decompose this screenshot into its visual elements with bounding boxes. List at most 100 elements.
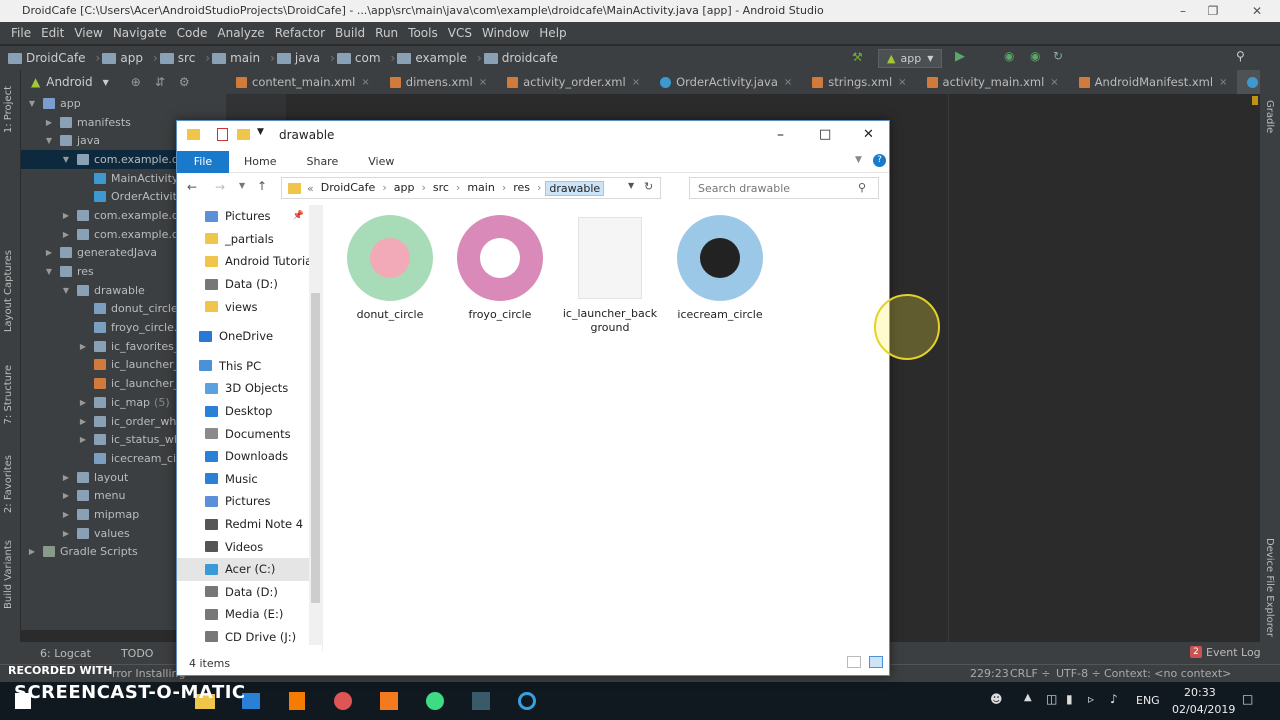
nav-item[interactable]: 3D Objects bbox=[177, 377, 322, 400]
volume-icon[interactable]: ♪ bbox=[1110, 692, 1118, 706]
collapsed-arrow-icon[interactable]: ▶ bbox=[61, 230, 71, 239]
nav-item[interactable]: Videos bbox=[177, 535, 322, 558]
breadcrumb-item[interactable]: droidcafe bbox=[483, 51, 558, 65]
file-item[interactable]: ic_launcher_back ground bbox=[555, 215, 665, 335]
pin-icon[interactable]: 📌 bbox=[293, 211, 304, 221]
expanded-arrow-icon[interactable]: ▼ bbox=[61, 286, 71, 295]
editor-tab[interactable]: OrderActivity.java × bbox=[650, 70, 802, 94]
details-view-icon[interactable] bbox=[847, 656, 861, 668]
chevron-down-icon[interactable]: ▼ bbox=[103, 78, 109, 87]
nav-item[interactable]: CD Drive (J:) bbox=[177, 626, 322, 649]
search-icon[interactable]: ⚲ bbox=[1236, 49, 1245, 63]
expanded-arrow-icon[interactable]: ▼ bbox=[61, 155, 71, 164]
menu-view[interactable]: View bbox=[69, 26, 107, 40]
nav-item[interactable]: This PC bbox=[177, 355, 322, 378]
menu-file[interactable]: File bbox=[6, 26, 36, 40]
line-separator[interactable]: CRLF ÷ bbox=[1010, 667, 1051, 680]
chevron-right-icon[interactable]: › bbox=[421, 181, 425, 196]
expanded-arrow-icon[interactable]: ▼ bbox=[44, 267, 54, 276]
menu-window[interactable]: Window bbox=[477, 26, 534, 40]
network-icon[interactable]: ◫ bbox=[1046, 692, 1057, 706]
close-button[interactable]: ✕ bbox=[1234, 0, 1280, 22]
nav-item[interactable]: Media (E:) bbox=[177, 603, 322, 626]
run-config-select[interactable]: ▲ app ▼ bbox=[878, 49, 942, 68]
collapsed-arrow-icon[interactable]: ▶ bbox=[44, 118, 54, 127]
close-tab-icon[interactable]: × bbox=[479, 77, 487, 88]
breadcrumb-item[interactable]: DroidCafe bbox=[8, 51, 86, 65]
file-item[interactable]: donut_circle bbox=[335, 215, 445, 322]
nav-item[interactable]: Documents bbox=[177, 422, 322, 445]
tab-project[interactable]: 1: Project bbox=[3, 86, 14, 133]
breadcrumb-item[interactable]: main bbox=[212, 51, 260, 65]
explorer-close-button[interactable]: ✕ bbox=[863, 127, 874, 142]
breadcrumb-item[interactable]: src bbox=[159, 51, 195, 65]
collapsed-arrow-icon[interactable]: ▶ bbox=[78, 398, 88, 407]
expanded-arrow-icon[interactable]: ▼ bbox=[27, 99, 37, 108]
nav-item[interactable]: Data (D:) bbox=[177, 273, 322, 296]
forward-icon[interactable]: → bbox=[215, 180, 225, 194]
large-icons-view-icon[interactable] bbox=[869, 656, 883, 668]
tab-event-log[interactable]: Event Log bbox=[1206, 646, 1261, 659]
up-icon[interactable]: ↑ bbox=[257, 179, 267, 193]
tab-layout-captures[interactable]: Layout Captures bbox=[3, 250, 14, 332]
clock-time[interactable]: 20:33 bbox=[1184, 686, 1216, 699]
nav-item[interactable]: _partials bbox=[177, 228, 322, 251]
taskbar-fox[interactable] bbox=[458, 682, 504, 720]
address-bar[interactable]: « DroidCafe › app › src › main › res › drawable ▼ … bbox=[281, 177, 661, 199]
profile-icon[interactable]: ◉ bbox=[1030, 49, 1040, 63]
nav-item[interactable]: Downloads bbox=[177, 445, 322, 468]
tab-build-variants[interactable]: Build Variants bbox=[3, 540, 14, 609]
menu-refactor[interactable]: Refactor bbox=[270, 26, 330, 40]
nav-item[interactable]: OneDrive bbox=[177, 325, 322, 348]
file-item[interactable]: froyo_circle bbox=[445, 215, 555, 322]
editor-tab[interactable]: dimens.xml × bbox=[380, 70, 497, 94]
people-icon[interactable]: ☻ bbox=[990, 692, 1003, 706]
collapse-icon[interactable]: ⇵ bbox=[155, 75, 165, 89]
tab-gradle[interactable]: Gradle bbox=[1264, 100, 1275, 133]
overflow-chevron-icon[interactable]: « bbox=[307, 182, 314, 195]
menu-edit[interactable]: Edit bbox=[36, 26, 69, 40]
nav-scrollbar-thumb[interactable] bbox=[311, 293, 320, 603]
address-segment[interactable]: res bbox=[510, 181, 533, 196]
collapsed-arrow-icon[interactable]: ▶ bbox=[78, 435, 88, 444]
address-segment[interactable]: drawable bbox=[545, 180, 605, 196]
nav-item[interactable]: views bbox=[177, 295, 322, 318]
address-dropdown-icon[interactable]: ▼ bbox=[628, 181, 634, 190]
editor-tab[interactable]: AndroidManifest.xml × bbox=[1069, 70, 1238, 94]
ribbon-tab-view[interactable]: View bbox=[353, 155, 409, 168]
menu-vcs[interactable]: VCS bbox=[443, 26, 477, 40]
file-item[interactable]: icecream_circle bbox=[665, 215, 775, 322]
nav-item[interactable]: Pictures bbox=[177, 490, 322, 513]
editor-tab[interactable]: content_main.xml × bbox=[226, 70, 380, 94]
build-icon[interactable]: ⚒ bbox=[852, 50, 863, 64]
restore-button[interactable]: ❐ bbox=[1190, 0, 1236, 22]
breadcrumb-item[interactable]: app bbox=[102, 51, 143, 65]
address-segment[interactable]: main bbox=[464, 181, 497, 196]
collapsed-arrow-icon[interactable]: ▶ bbox=[61, 473, 71, 482]
address-segment[interactable]: app bbox=[391, 181, 418, 196]
collapsed-arrow-icon[interactable]: ▶ bbox=[61, 510, 71, 519]
explorer-maximize-button[interactable]: □ bbox=[819, 127, 831, 142]
breadcrumb-item[interactable]: java bbox=[276, 51, 320, 65]
address-segment[interactable]: src bbox=[430, 181, 452, 196]
file-encoding[interactable]: UTF-8 ÷ bbox=[1056, 667, 1101, 680]
ribbon-tab-home[interactable]: Home bbox=[229, 155, 291, 168]
tab-todo[interactable]: TODO bbox=[121, 647, 154, 660]
chevron-up-icon[interactable]: ▲ bbox=[1024, 692, 1032, 703]
close-tab-icon[interactable]: × bbox=[632, 77, 640, 88]
expanded-arrow-icon[interactable]: ▼ bbox=[44, 136, 54, 145]
chevron-right-icon[interactable]: › bbox=[456, 181, 460, 196]
nav-scrollbar[interactable] bbox=[309, 205, 322, 645]
menu-code[interactable]: Code bbox=[172, 26, 213, 40]
tab-device-file-explorer[interactable]: Device File Explorer bbox=[1264, 538, 1275, 637]
chevron-right-icon[interactable]: › bbox=[537, 181, 541, 196]
chevron-right-icon[interactable]: › bbox=[382, 181, 386, 196]
nav-item[interactable]: Desktop bbox=[177, 400, 322, 423]
nav-item[interactable]: Acer (C:) bbox=[177, 557, 322, 581]
close-tab-icon[interactable]: × bbox=[361, 77, 369, 88]
sync-icon[interactable]: ↻ bbox=[1053, 49, 1063, 63]
nav-item[interactable]: Music bbox=[177, 468, 322, 491]
taskbar-sublime[interactable] bbox=[274, 682, 320, 720]
collapsed-arrow-icon[interactable]: ▶ bbox=[61, 529, 71, 538]
debug-icon[interactable]: ◉ bbox=[1004, 49, 1014, 63]
